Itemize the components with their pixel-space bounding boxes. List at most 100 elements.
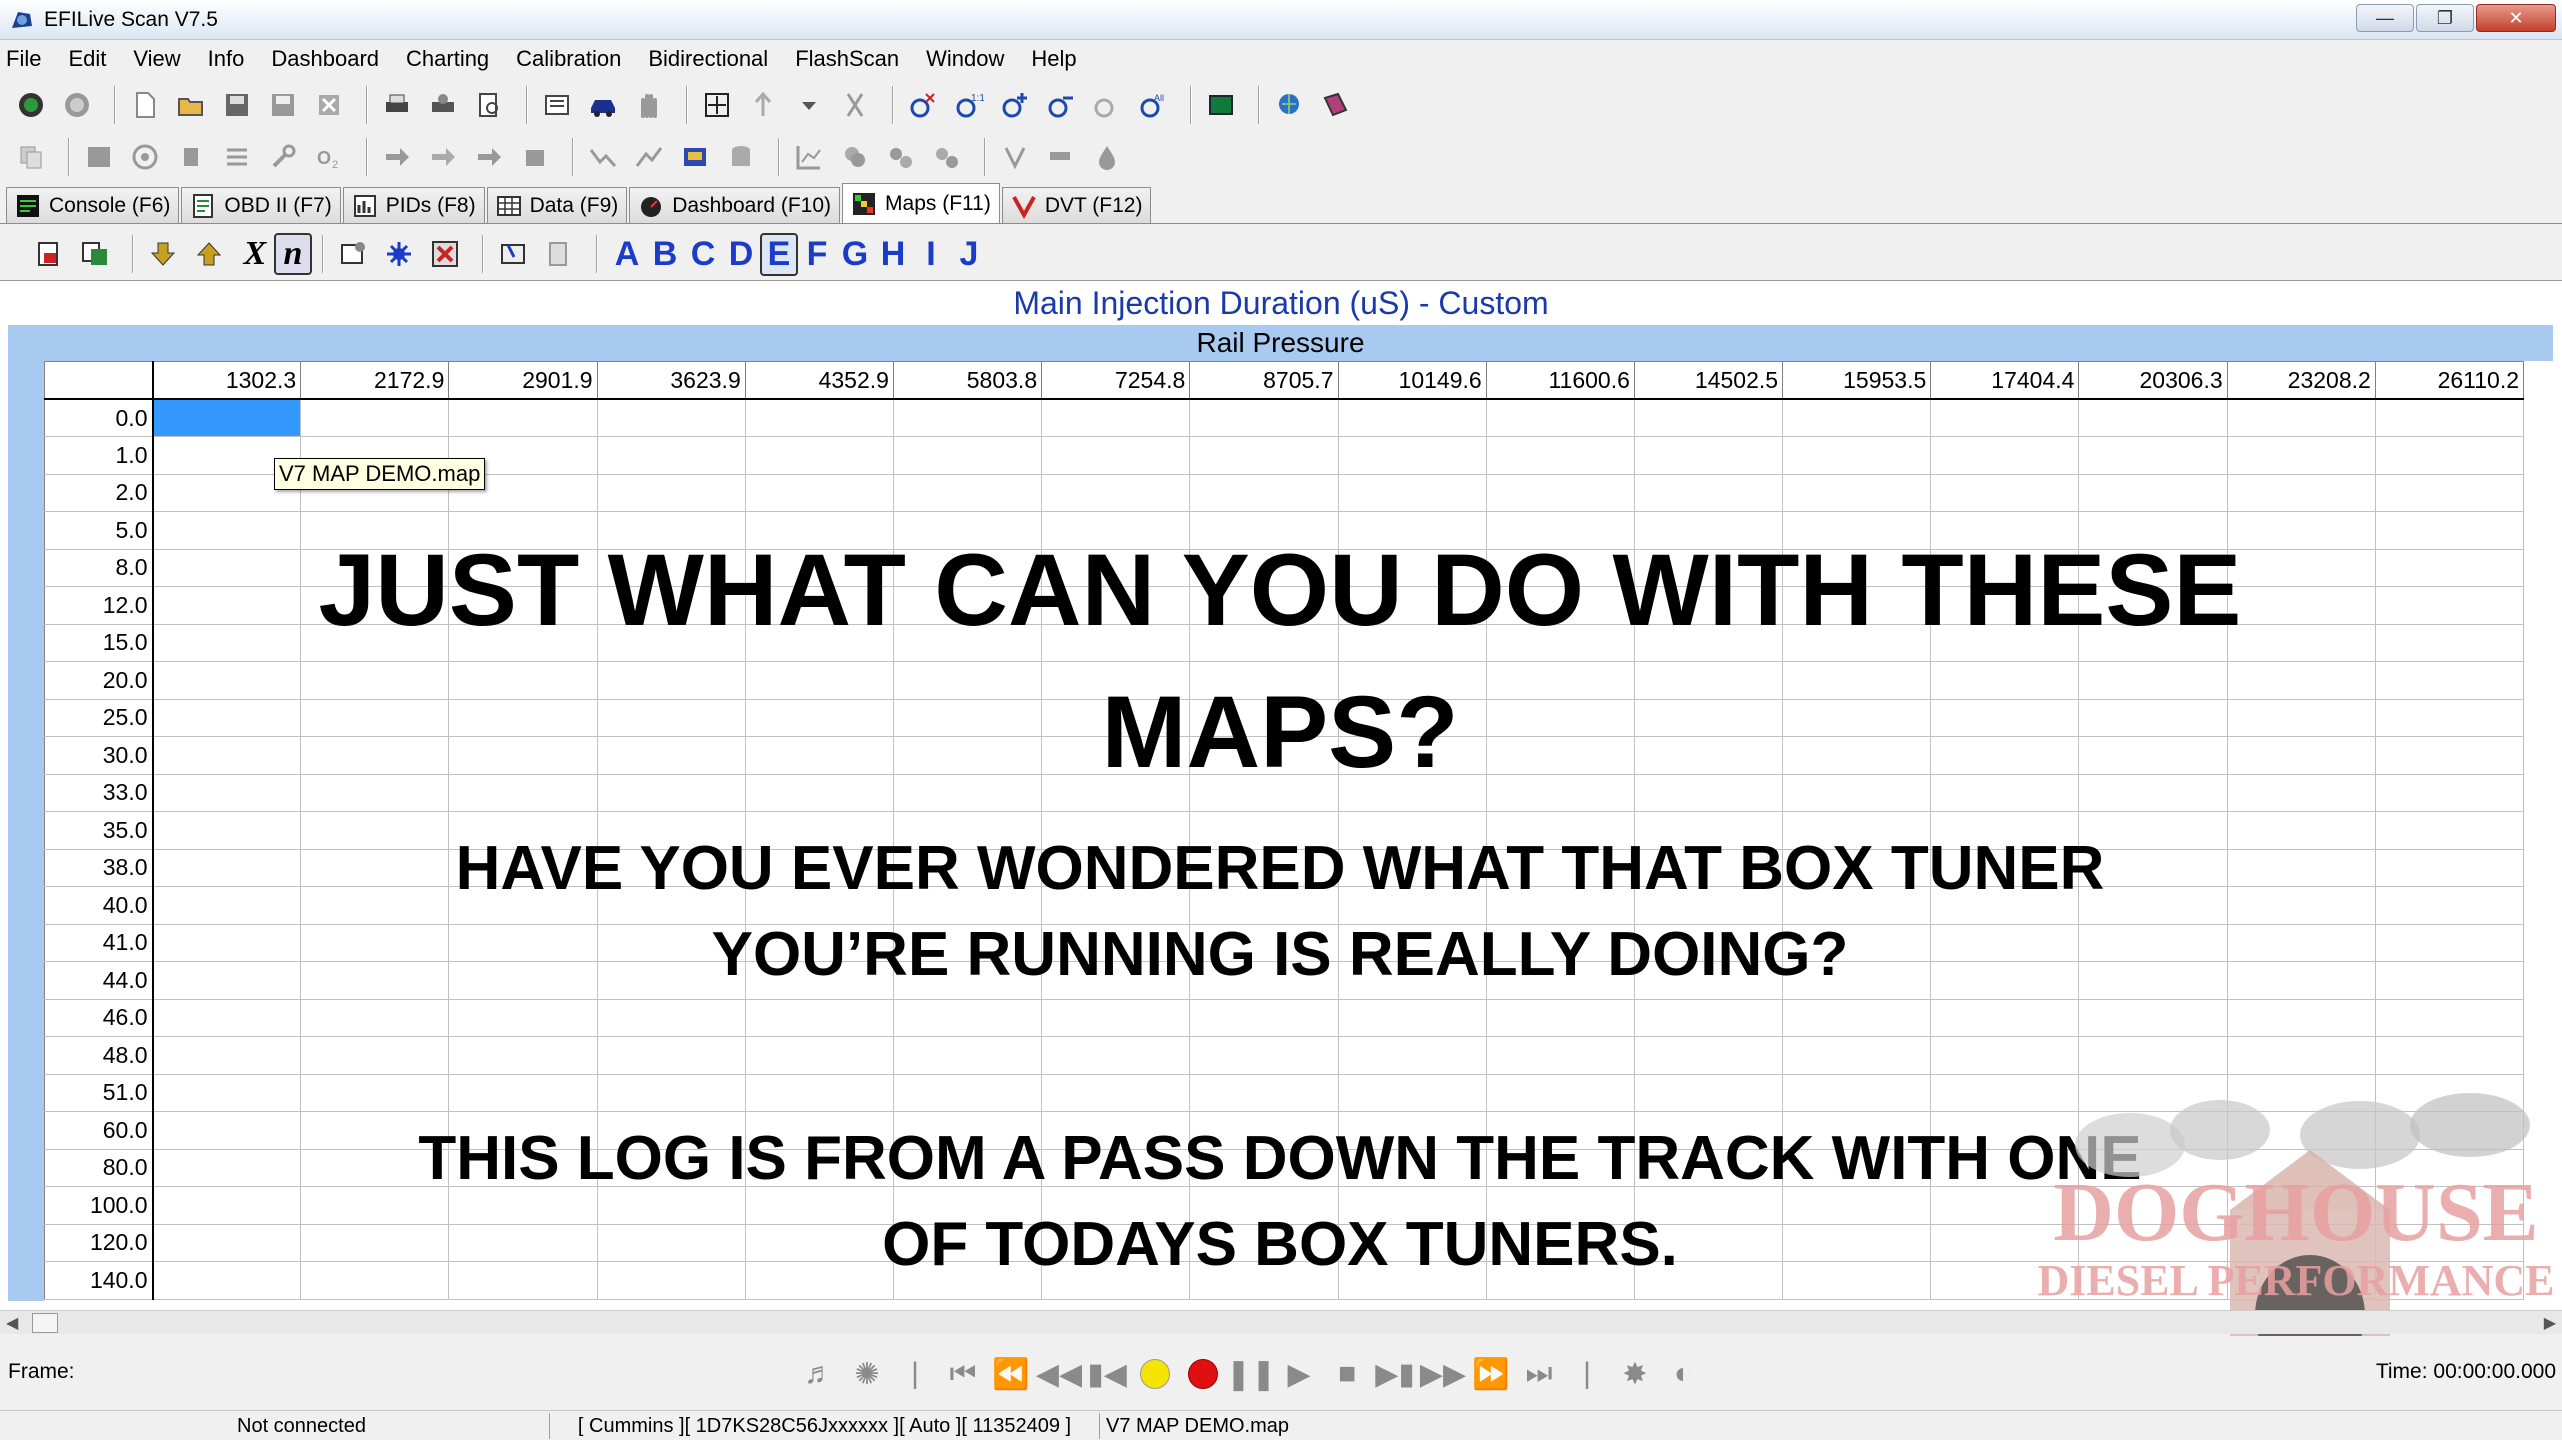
- menu-dashboard[interactable]: Dashboard: [271, 46, 379, 72]
- print-icon[interactable]: [378, 86, 416, 124]
- menu-view[interactable]: View: [133, 46, 180, 72]
- map-cell[interactable]: [151, 1261, 302, 1300]
- map-cell[interactable]: [1633, 473, 1784, 512]
- map-cell[interactable]: [2226, 1036, 2376, 1075]
- menu-charting[interactable]: Charting: [406, 46, 489, 72]
- marker-icon[interactable]: ✸: [1611, 1354, 1659, 1394]
- map-cell[interactable]: [151, 1073, 302, 1112]
- map-slot-j-button[interactable]: J: [950, 235, 988, 274]
- map-cell[interactable]: [596, 473, 746, 512]
- chip-icon[interactable]: [172, 138, 210, 176]
- map-cell[interactable]: [596, 436, 746, 475]
- menu-info[interactable]: Info: [208, 46, 245, 72]
- new-file-icon[interactable]: [126, 86, 164, 124]
- save-icon[interactable]: [218, 86, 256, 124]
- map-slot-g-button[interactable]: G: [836, 235, 874, 274]
- graph-up-icon[interactable]: [630, 138, 668, 176]
- menu-calibration[interactable]: Calibration: [516, 46, 621, 72]
- map-cell[interactable]: [1930, 398, 2080, 437]
- zoom-selection-icon[interactable]: [1088, 86, 1126, 124]
- map-cell[interactable]: [151, 1223, 302, 1262]
- zoom-x-icon[interactable]: [904, 86, 942, 124]
- step-forward-icon[interactable]: ▶▮: [1371, 1354, 1419, 1394]
- display-icon[interactable]: [1202, 86, 1240, 124]
- map-cell[interactable]: [2374, 661, 2525, 700]
- vehicle-icon[interactable]: [584, 86, 622, 124]
- map-cell[interactable]: [448, 398, 598, 437]
- previous-marker-icon[interactable]: ⏪: [987, 1354, 1035, 1394]
- close-file-icon[interactable]: [310, 86, 348, 124]
- map-cell[interactable]: [300, 398, 450, 437]
- map-cell[interactable]: [2226, 998, 2376, 1037]
- menu-flashscan[interactable]: FlashScan: [795, 46, 899, 72]
- map-cell[interactable]: [1189, 1036, 1339, 1075]
- save-all-icon[interactable]: [264, 86, 302, 124]
- map-cell[interactable]: [892, 436, 1043, 475]
- print-setup-icon[interactable]: [424, 86, 462, 124]
- settings-list-icon[interactable]: [218, 138, 256, 176]
- map-slot-i-button[interactable]: I: [912, 235, 950, 274]
- map-cell[interactable]: [1337, 1036, 1487, 1075]
- map-cell[interactable]: [2078, 998, 2228, 1037]
- graph-down-icon[interactable]: [584, 138, 622, 176]
- delete-map-icon[interactable]: [426, 235, 464, 273]
- map-slot-h-button[interactable]: H: [874, 235, 912, 274]
- copy-icon[interactable]: [12, 138, 50, 176]
- menu-file[interactable]: File: [6, 46, 41, 72]
- chart-icon[interactable]: [790, 138, 828, 176]
- map-cell[interactable]: [2226, 811, 2376, 850]
- map-cell[interactable]: [1633, 1073, 1784, 1112]
- map-cell[interactable]: [151, 1186, 302, 1225]
- map-slot-b-button[interactable]: B: [646, 235, 684, 274]
- map-cell[interactable]: [744, 1036, 894, 1075]
- map-properties-icon[interactable]: [334, 235, 372, 273]
- map-cell[interactable]: [1041, 436, 1191, 475]
- map-cell[interactable]: [1189, 1073, 1339, 1112]
- map-cell[interactable]: [1633, 998, 1784, 1037]
- map-folder-icon[interactable]: [494, 235, 532, 273]
- map-cell[interactable]: [1337, 436, 1487, 475]
- map-cell[interactable]: [2226, 473, 2376, 512]
- pointer-icon[interactable]: [744, 86, 782, 124]
- step-back-icon[interactable]: ▮◀: [1083, 1354, 1131, 1394]
- next-marker-icon[interactable]: ⏩: [1467, 1354, 1515, 1394]
- map-cell[interactable]: [2374, 473, 2525, 512]
- map-cell[interactable]: [448, 1036, 598, 1075]
- map-cell[interactable]: [1041, 998, 1191, 1037]
- map-cell[interactable]: [1782, 998, 1932, 1037]
- arrow-split-icon[interactable]: [470, 138, 508, 176]
- map-cell[interactable]: [1930, 473, 2080, 512]
- map-cell[interactable]: [596, 998, 746, 1037]
- print-preview-icon[interactable]: [470, 86, 508, 124]
- map-cell[interactable]: [744, 998, 894, 1037]
- tab-console[interactable]: Console (F6): [6, 187, 180, 223]
- gear-tools-icon[interactable]: [928, 138, 966, 176]
- last-frame-icon[interactable]: ⏭: [1515, 1354, 1563, 1394]
- map-cell[interactable]: [2374, 623, 2525, 662]
- web-icon[interactable]: [1270, 86, 1308, 124]
- map-cell[interactable]: [1041, 473, 1191, 512]
- map-cell[interactable]: [2374, 811, 2525, 850]
- tab-maps[interactable]: Maps (F11): [842, 183, 1000, 223]
- record-icon[interactable]: [1179, 1354, 1227, 1394]
- settings-gear-icon[interactable]: [380, 235, 418, 273]
- menu-window[interactable]: Window: [926, 46, 1004, 72]
- map-cell[interactable]: [300, 998, 450, 1037]
- map-cell[interactable]: [448, 998, 598, 1037]
- map-cell[interactable]: [448, 1073, 598, 1112]
- dvt-icon[interactable]: [996, 138, 1034, 176]
- map-cell[interactable]: [1337, 998, 1487, 1037]
- map-cell[interactable]: [596, 398, 746, 437]
- map-cell[interactable]: [1633, 1036, 1784, 1075]
- map-slot-a-button[interactable]: A: [608, 235, 646, 274]
- map-cell[interactable]: [744, 473, 894, 512]
- map-cell[interactable]: [1485, 998, 1635, 1037]
- hand-icon[interactable]: [630, 86, 668, 124]
- map-cell[interactable]: [2374, 848, 2525, 887]
- map-cell[interactable]: [151, 736, 302, 775]
- map-cell[interactable]: [892, 473, 1043, 512]
- map-cell[interactable]: [151, 961, 302, 1000]
- map-cell[interactable]: [1189, 998, 1339, 1037]
- map-cell[interactable]: [2226, 398, 2376, 437]
- scroll-right-icon[interactable]: ▶: [2544, 1313, 2556, 1333]
